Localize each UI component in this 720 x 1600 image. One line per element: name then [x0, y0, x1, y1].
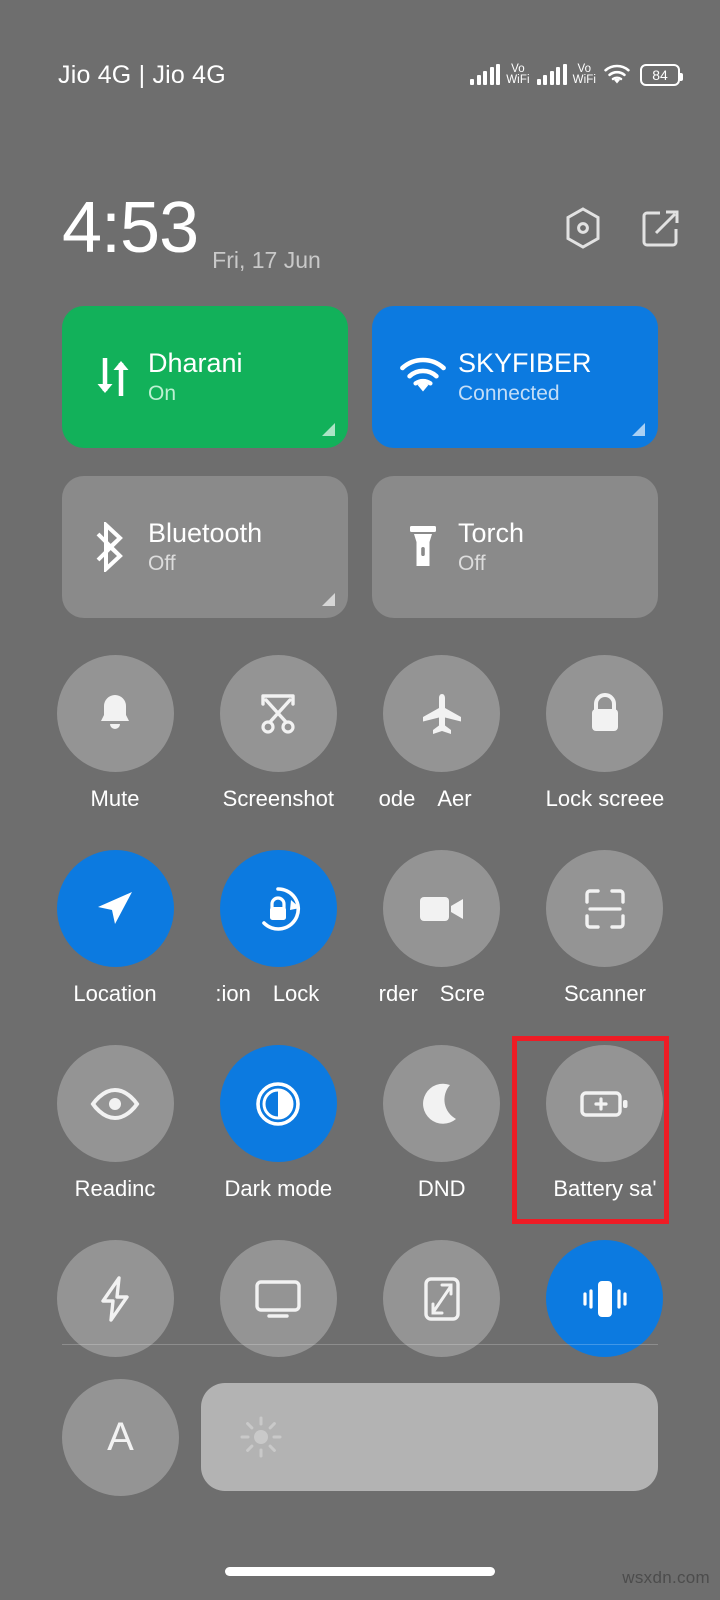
watermark: wsxdn.com	[622, 1568, 710, 1587]
battery-icon: 84	[640, 64, 683, 86]
tile-subtitle: Off	[458, 552, 486, 575]
tile-title: Dharani	[148, 348, 243, 378]
bluetooth-tile[interactable]: Bluetooth Off	[62, 476, 348, 618]
toggle-row-3: Readinc Dark mode DND Battery sa'	[52, 1045, 668, 1202]
toggle-vibrate[interactable]	[542, 1240, 668, 1371]
vowifi-label-2: Vo WiFi	[572, 62, 596, 86]
monitor-cast-icon[interactable]	[219, 1240, 337, 1357]
clock-time: 4:53	[62, 188, 199, 268]
lightning-bolt-icon[interactable]	[56, 1240, 174, 1357]
toggle-row-4	[52, 1240, 668, 1371]
toggle-dark-mode[interactable]: Dark mode	[215, 1045, 341, 1202]
tile-title: Torch	[458, 518, 525, 548]
toggle-label: Readinc	[74, 1176, 156, 1201]
scan-frame-icon[interactable]	[546, 850, 664, 967]
vowifi-label-1: Vo WiFi	[506, 62, 530, 86]
lock-icon[interactable]	[546, 655, 664, 772]
tile-title: Bluetooth	[148, 518, 263, 548]
toggle-location[interactable]: Location	[52, 850, 178, 1007]
rotation-lock-icon[interactable]	[219, 850, 337, 967]
status-icons: Vo WiFi Vo WiFi 84	[470, 62, 683, 87]
toggle-auto-rotation-lock[interactable]: :ion Lock	[215, 850, 341, 1007]
auto-brightness-label: A	[107, 1414, 134, 1459]
signal-bars-icon	[470, 64, 501, 85]
toggle-label: Location	[73, 981, 157, 1006]
toggle-label: Mute	[90, 786, 140, 811]
torch-tile[interactable]: Torch Off	[372, 476, 658, 618]
moon-icon[interactable]	[383, 1045, 501, 1162]
toggle-battery-saver[interactable]: Battery sa'	[542, 1045, 668, 1202]
wifi-icon	[396, 357, 450, 397]
clock-actions	[562, 206, 680, 250]
toggle-row-2: Location :ion Lock rder Scre Scanner	[52, 850, 668, 1007]
toggle-label: :ion Lock	[215, 981, 320, 1006]
toggle-lock-screen[interactable]: Lock screee	[542, 655, 668, 812]
status-bar: Jio 4G | Jio 4G Vo WiFi Vo WiFi 84	[0, 0, 720, 150]
expand-corner-icon[interactable]	[322, 593, 335, 606]
battery-plus-icon[interactable]	[546, 1045, 664, 1162]
toggle-screen-recorder[interactable]: rder Scre	[379, 850, 505, 1007]
carrier-label: Jio 4G | Jio 4G	[58, 60, 226, 89]
auto-brightness-button[interactable]: A	[62, 1378, 179, 1496]
toggle-label: DND	[417, 1176, 466, 1201]
brightness-row: A	[62, 1378, 658, 1496]
bell-icon[interactable]	[56, 655, 174, 772]
connectivity-tiles-row-1: Dharani On SKYFIBER Connected	[62, 306, 658, 448]
scissors-icon[interactable]	[219, 655, 337, 772]
toggle-cast[interactable]	[215, 1240, 341, 1371]
mobile-data-tile[interactable]: Dharani On	[62, 306, 348, 448]
toggle-label: ode Aer	[378, 786, 472, 811]
toggle-label: Lock screee	[545, 786, 665, 811]
toggle-reading-mode[interactable]: Readinc	[52, 1045, 178, 1202]
home-indicator[interactable]	[225, 1567, 495, 1576]
battery-level: 84	[652, 67, 668, 83]
toggle-row-1: Mute Screenshot ode Aer Lock screee	[52, 655, 668, 812]
toggle-scanner[interactable]: Scanner	[542, 850, 668, 1007]
signal-bars-icon	[536, 64, 567, 85]
toggle-label: Screenshot	[222, 786, 334, 811]
edit-pencil-icon[interactable]	[640, 208, 680, 248]
contrast-circle-icon[interactable]	[219, 1045, 337, 1162]
toggle-quick-charge[interactable]	[52, 1240, 178, 1371]
video-camera-icon[interactable]	[383, 850, 501, 967]
toggle-label: rder Scre	[378, 981, 486, 1006]
resize-diagonal-icon[interactable]	[383, 1240, 501, 1357]
toggle-screenshot[interactable]: Screenshot	[215, 655, 341, 812]
toggle-mute[interactable]: Mute	[52, 655, 178, 812]
expand-corner-icon[interactable]	[632, 423, 645, 436]
section-divider	[62, 1344, 658, 1345]
vibrate-icon[interactable]	[546, 1240, 664, 1357]
tile-title: SKYFIBER	[458, 348, 592, 378]
clock-row: 4:53 Fri, 17 Jun	[0, 178, 720, 278]
toggle-label: Dark mode	[224, 1176, 333, 1201]
wifi-tile[interactable]: SKYFIBER Connected	[372, 306, 658, 448]
toggle-fullscreen-resize[interactable]	[379, 1240, 505, 1371]
expand-corner-icon[interactable]	[322, 423, 335, 436]
airplane-icon[interactable]	[383, 655, 501, 772]
wifi-icon	[603, 64, 631, 86]
clock-date: Fri, 17 Jun	[212, 247, 321, 273]
toggle-label: Battery sa'	[553, 1176, 657, 1201]
toggle-label: Scanner	[564, 981, 646, 1006]
bluetooth-icon	[86, 522, 140, 572]
brightness-slider[interactable]	[201, 1383, 658, 1491]
settings-hexagon-icon[interactable]	[562, 206, 604, 250]
navigation-arrow-icon[interactable]	[56, 850, 174, 967]
toggle-aeroplane-mode[interactable]: ode Aer	[379, 655, 505, 812]
eye-icon[interactable]	[56, 1045, 174, 1162]
tile-subtitle: On	[148, 382, 177, 405]
sun-icon	[239, 1415, 283, 1459]
flashlight-icon	[396, 522, 450, 572]
data-transfer-icon	[86, 352, 140, 402]
tile-subtitle: Off	[148, 552, 176, 575]
toggle-dnd[interactable]: DND	[379, 1045, 505, 1202]
connectivity-tiles-row-2: Bluetooth Off Torch Off	[62, 476, 658, 618]
tile-subtitle: Connected	[458, 382, 560, 405]
